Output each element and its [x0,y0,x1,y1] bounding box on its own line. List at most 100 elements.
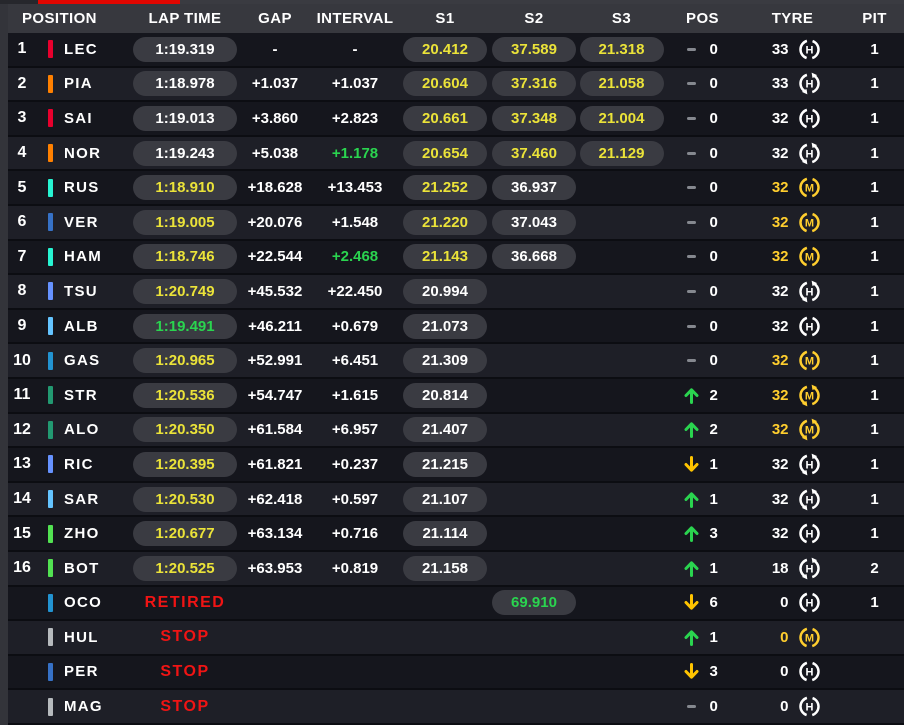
timing-row[interactable]: 14 SAR 1:20.530 +62.418 +0.597 21.107 1 … [0,482,904,518]
tyre-laps: 32 [771,109,789,127]
svg-text:H: H [805,459,813,471]
progress-indicator [38,0,180,4]
position-change-icon [684,116,700,120]
position-change-value: 3 [709,663,718,681]
gap [240,656,310,689]
position-change-value: 2 [709,386,718,404]
lap-time-cell: STOP [130,690,240,723]
timing-row[interactable]: 7 HAM 1:18.746 +22.544 +2.468 21.143 36.… [0,240,904,276]
lap-time: 1:20.350 [133,417,237,443]
tyre-cell: 32 M [740,414,845,447]
sector-3-cell: 21.129 [578,137,665,170]
position-change-cell: 0 [665,102,740,135]
driver-code: OCO [64,594,103,612]
driver-cell: STR [44,379,130,412]
driver-cell: OCO [44,587,130,620]
position-change-value: 0 [709,248,718,266]
interval [310,690,400,723]
timing-row[interactable]: MAG STOP 0 0 H [0,690,904,725]
driver-cell: SAI [44,102,130,135]
gap: +1.037 [251,75,299,93]
timing-row[interactable]: 16 BOT 1:20.525 +63.953 +0.819 21.158 1 … [0,551,904,587]
tyre-cell: 0 M [740,621,845,654]
sector-2: 37.460 [492,140,576,166]
position-change-icon [684,560,700,577]
lap-time: 1:19.491 [133,313,237,339]
position-change-icon [684,705,700,709]
sector-2: 37.316 [492,71,576,97]
position-change-cell: 1 [665,448,740,481]
interval: +0.597 [331,490,379,508]
lap-time: RETIRED [144,593,226,611]
timing-row[interactable]: 10 GAS 1:20.965 +52.991 +6.451 21.309 0 … [0,344,904,379]
sector-2-cell [490,552,578,585]
team-color-bar [48,386,53,405]
tyre-compound-icon: H [798,38,821,61]
svg-text:M: M [804,217,813,229]
sector-1: 20.661 [403,105,487,131]
tyre-compound-icon: H [798,315,821,338]
sector-3-cell [578,552,665,585]
driver-code: GAS [64,352,101,370]
sector-2-cell [490,379,578,412]
tyre-compound-icon: H [798,142,821,165]
team-color-bar [48,662,53,681]
timing-row[interactable]: 9 ALB 1:19.491 +46.211 +0.679 21.073 0 3… [0,309,904,345]
svg-text:M: M [804,425,813,437]
sector-3-cell: 21.004 [578,102,665,135]
timing-row[interactable]: PER STOP 3 0 H [0,655,904,691]
timing-row[interactable]: 6 VER 1:19.005 +20.076 +1.548 21.220 37.… [0,205,904,241]
lap-time-cell: 1:19.013 [130,102,240,135]
pit-count: 1 [870,490,879,508]
column-header-s3: S3 [611,10,632,27]
team-color-bar [48,247,53,266]
tyre-cell: 32 M [740,344,845,377]
sector-1-cell [400,690,490,723]
tyre-cell: 32 M [740,379,845,412]
interval: +6.957 [331,421,379,439]
position-change-cell: 6 [665,587,740,620]
gap [240,690,310,723]
timing-row[interactable]: 2 PIA 1:18.978 +1.037 +1.037 20.604 37.3… [0,67,904,103]
gap: +46.211 [248,317,302,335]
sector-1-cell [400,621,490,654]
tyre-laps: 32 [771,248,789,266]
team-color-bar [48,420,53,439]
position-change-icon [684,359,700,363]
tyre-laps: 0 [780,698,789,716]
team-color-bar [48,524,53,543]
timing-row[interactable]: 13 RIC 1:20.395 +61.821 +0.237 21.215 1 … [0,448,904,483]
timing-row[interactable]: 4 NOR 1:19.243 +5.038 +1.178 20.654 37.4… [0,136,904,172]
svg-text:H: H [805,529,813,541]
tyre-cell: 32 H [740,310,845,343]
pit-count: 1 [870,40,879,58]
timing-row[interactable]: HUL STOP 1 0 M [0,621,904,656]
timing-row[interactable]: 5 RUS 1:18.910 +18.628 +13.453 21.252 36… [0,171,904,206]
tyre-compound-icon: H [798,660,821,683]
pit-count: 1 [870,594,879,612]
tyre-compound-icon: M [798,176,821,199]
tyre-cell: 32 H [740,483,845,516]
tyre-cell: 32 M [740,171,845,204]
tyre-compound-icon: M [798,384,821,407]
team-color-bar [48,213,53,232]
timing-row[interactable]: 11 STR 1:20.536 +54.747 +1.615 20.814 2 … [0,378,904,414]
sector-2-cell: 37.043 [490,206,578,239]
tyre-laps: 32 [771,317,789,335]
tyre-cell: 32 H [740,137,845,170]
sector-3-cell [578,275,665,308]
timing-row[interactable]: 1 LEC 1:19.319 - - 20.412 37.589 21.318 … [0,33,904,68]
driver-cell: SAR [44,483,130,516]
sector-3: 21.058 [579,71,664,97]
timing-row[interactable]: 3 SAI 1:19.013 +3.860 +2.823 20.661 37.3… [0,102,904,137]
tyre-laps: 32 [771,352,789,370]
position-change-icon [684,289,700,293]
sector-1-cell: 21.107 [400,483,490,516]
lap-time-cell: 1:19.005 [130,206,240,239]
timing-row[interactable]: 8 TSU 1:20.749 +45.532 +22.450 20.994 0 … [0,275,904,310]
interval: +22.450 [327,282,383,300]
timing-row[interactable]: 12 ALO 1:20.350 +61.584 +6.957 21.407 2 … [0,413,904,449]
timing-row[interactable]: OCO RETIRED 69.910 6 0 H 1 [0,586,904,622]
timing-row[interactable]: 15 ZHO 1:20.677 +63.134 +0.716 21.114 3 … [0,517,904,552]
sector-3: 21.318 [579,36,664,62]
